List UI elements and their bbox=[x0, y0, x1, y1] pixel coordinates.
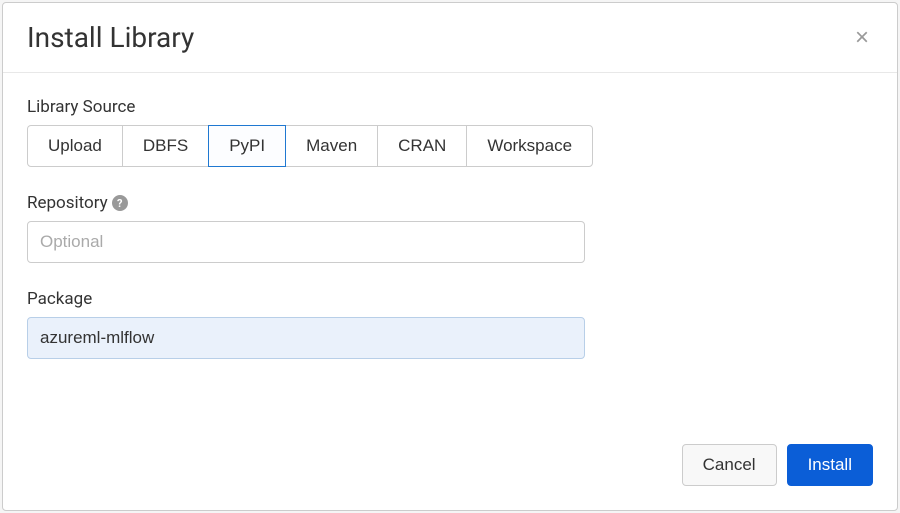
library-source-button-group: Upload DBFS PyPI Maven CRAN Workspace bbox=[27, 125, 873, 167]
dialog-body: Library Source Upload DBFS PyPI Maven CR… bbox=[3, 73, 897, 424]
install-library-dialog: Install Library × Library Source Upload … bbox=[2, 2, 898, 511]
library-source-label: Library Source bbox=[27, 97, 873, 117]
package-label: Package bbox=[27, 289, 873, 309]
dialog-footer: Cancel Install bbox=[3, 424, 897, 510]
help-icon[interactable]: ? bbox=[112, 195, 128, 211]
source-option-cran[interactable]: CRAN bbox=[377, 125, 467, 167]
cancel-button[interactable]: Cancel bbox=[682, 444, 777, 486]
dialog-header: Install Library × bbox=[3, 3, 897, 73]
source-option-upload[interactable]: Upload bbox=[27, 125, 123, 167]
repository-label: Repository ? bbox=[27, 193, 873, 213]
repository-field: Repository ? bbox=[27, 193, 873, 263]
source-option-workspace[interactable]: Workspace bbox=[466, 125, 593, 167]
repository-input[interactable] bbox=[27, 221, 585, 263]
package-input[interactable] bbox=[27, 317, 585, 359]
repository-label-text: Repository bbox=[27, 193, 108, 213]
close-button[interactable]: × bbox=[851, 26, 873, 50]
source-option-dbfs[interactable]: DBFS bbox=[122, 125, 209, 167]
source-option-pypi[interactable]: PyPI bbox=[208, 125, 286, 167]
library-source-field: Library Source Upload DBFS PyPI Maven CR… bbox=[27, 97, 873, 167]
install-button[interactable]: Install bbox=[787, 444, 873, 486]
close-icon: × bbox=[855, 24, 869, 51]
dialog-title: Install Library bbox=[27, 21, 194, 54]
source-option-maven[interactable]: Maven bbox=[285, 125, 378, 167]
package-field: Package bbox=[27, 289, 873, 359]
